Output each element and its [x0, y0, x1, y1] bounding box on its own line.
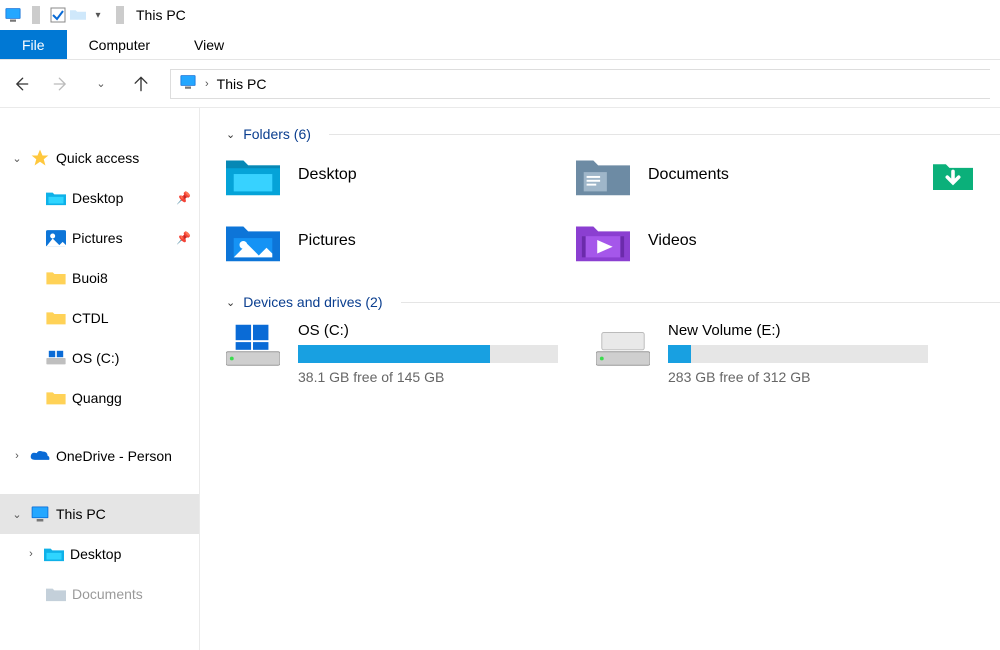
forward-button[interactable] — [50, 73, 72, 95]
folder-pictures[interactable]: Pictures — [226, 218, 576, 264]
folder-label: Desktop — [298, 166, 357, 184]
divider — [32, 6, 40, 24]
tab-computer[interactable]: Computer — [67, 30, 172, 59]
drive-icon — [596, 322, 650, 368]
folder-downloads[interactable] — [926, 152, 1000, 198]
ribbon-tabs: File Computer View — [0, 30, 1000, 60]
sidebar-item-os-c[interactable]: OS (C:) — [0, 338, 199, 378]
drive-name: New Volume (E:) — [668, 322, 936, 339]
chevron-down-icon[interactable]: ⌄ — [10, 152, 24, 165]
section-folders[interactable]: ⌄ Folders (6) — [226, 126, 1000, 142]
folder-documents[interactable]: Documents — [576, 152, 926, 198]
folder-icon — [46, 269, 66, 287]
star-icon — [30, 149, 50, 167]
title-bar: ▾ This PC — [0, 0, 1000, 30]
up-button[interactable] — [130, 73, 152, 95]
sidebar-item-ctdl[interactable]: CTDL — [0, 298, 199, 338]
this-pc-icon — [30, 505, 50, 523]
chevron-down-icon[interactable]: ⌄ — [226, 296, 235, 309]
sidebar-item-label: Desktop — [70, 546, 121, 562]
this-pc-icon — [4, 6, 22, 24]
sidebar-item-buoi8[interactable]: Buoi8 — [0, 258, 199, 298]
divider — [116, 6, 124, 24]
breadcrumb-separator-icon: › — [205, 78, 209, 90]
breadcrumb-this-pc[interactable]: This PC — [217, 76, 267, 92]
sidebar-quick-access[interactable]: ⌄ Quick access — [0, 138, 199, 178]
pin-icon: 📌 — [176, 191, 191, 205]
sidebar-item-desktop-pc[interactable]: › Desktop — [0, 534, 199, 574]
drive-os-c[interactable]: OS (C:) 38.1 GB free of 145 GB — [226, 322, 566, 385]
divider — [401, 302, 1000, 303]
drive-icon — [46, 349, 66, 367]
pictures-folder-icon — [226, 218, 280, 264]
drive-usage-fill — [298, 345, 490, 363]
section-title: Devices and drives (2) — [243, 294, 382, 310]
documents-folder-icon — [46, 585, 66, 603]
window-title: This PC — [136, 7, 186, 23]
sidebar-item-documents-pc[interactable]: Documents — [0, 574, 199, 614]
sidebar-item-label: CTDL — [72, 310, 109, 326]
sidebar-item-label: Desktop — [72, 190, 123, 206]
quick-access-checkbox-icon[interactable] — [50, 7, 66, 23]
sidebar-item-label: Quangg — [72, 390, 122, 406]
address-bar[interactable]: › This PC — [170, 69, 990, 99]
folder-videos[interactable]: Videos — [576, 218, 926, 264]
folder-icon — [46, 389, 66, 407]
pin-icon: 📌 — [176, 231, 191, 245]
folder-label: Documents — [648, 166, 729, 184]
sidebar-item-label: This PC — [56, 506, 106, 522]
drive-usage-bar — [668, 345, 928, 363]
this-pc-icon — [179, 73, 197, 94]
pictures-folder-icon — [46, 229, 66, 247]
navigation-pane: ⌄ Quick access Desktop 📌 Pictures 📌 B — [0, 108, 200, 650]
drive-free-text: 38.1 GB free of 145 GB — [298, 369, 566, 385]
drive-usage-fill — [668, 345, 691, 363]
quick-access-dropdown-icon[interactable]: ▾ — [90, 7, 106, 23]
drive-new-volume-e[interactable]: New Volume (E:) 283 GB free of 312 GB — [596, 322, 936, 385]
folder-label: Pictures — [298, 232, 356, 250]
tab-file[interactable]: File — [0, 30, 67, 59]
recent-locations-button[interactable]: ⌄ — [90, 73, 112, 95]
videos-folder-icon — [576, 218, 630, 264]
sidebar-item-label: OneDrive - Person — [56, 448, 172, 464]
documents-folder-icon — [576, 152, 630, 198]
sidebar-item-label: Pictures — [72, 230, 123, 246]
chevron-down-icon[interactable]: ⌄ — [226, 128, 235, 141]
sidebar-item-quangg[interactable]: Quangg — [0, 378, 199, 418]
sidebar-onedrive[interactable]: › OneDrive - Person — [0, 436, 199, 476]
folder-label: Videos — [648, 232, 697, 250]
sidebar-item-label: Buoi8 — [72, 270, 108, 286]
folder-icon — [46, 309, 66, 327]
folder-desktop[interactable]: Desktop — [226, 152, 576, 198]
quick-access-folder-icon[interactable] — [70, 7, 86, 23]
downloads-folder-icon — [926, 152, 980, 198]
sidebar-item-label: Quick access — [56, 150, 139, 166]
desktop-folder-icon — [46, 189, 66, 207]
drive-usage-bar — [298, 345, 558, 363]
sidebar-item-label: OS (C:) — [72, 350, 119, 366]
desktop-folder-icon — [226, 152, 280, 198]
sidebar-item-label: Documents — [72, 586, 143, 602]
chevron-down-icon[interactable]: ⌄ — [10, 508, 24, 521]
tab-view[interactable]: View — [172, 30, 246, 59]
desktop-folder-icon — [44, 545, 64, 563]
content-pane: ⌄ Folders (6) Desktop Documents — [200, 108, 1000, 650]
section-drives[interactable]: ⌄ Devices and drives (2) — [226, 294, 1000, 310]
back-button[interactable] — [10, 73, 32, 95]
onedrive-icon — [30, 447, 50, 465]
drive-icon — [226, 322, 280, 368]
drive-name: OS (C:) — [298, 322, 566, 339]
sidebar-item-desktop[interactable]: Desktop 📌 — [0, 178, 199, 218]
divider — [329, 134, 1000, 135]
sidebar-item-pictures[interactable]: Pictures 📌 — [0, 218, 199, 258]
section-title: Folders (6) — [243, 126, 311, 142]
navigation-row: ⌄ › This PC — [0, 60, 1000, 108]
drive-free-text: 283 GB free of 312 GB — [668, 369, 936, 385]
chevron-right-icon[interactable]: › — [10, 450, 24, 462]
sidebar-this-pc[interactable]: ⌄ This PC — [0, 494, 199, 534]
chevron-right-icon[interactable]: › — [24, 548, 38, 560]
